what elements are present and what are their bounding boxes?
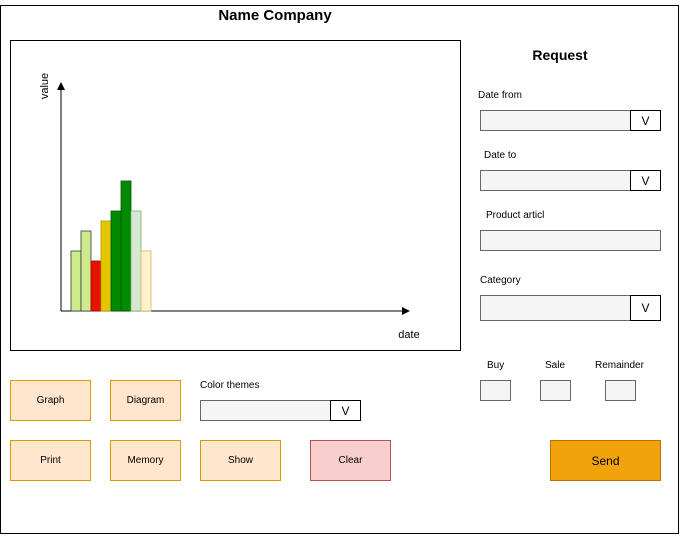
bar-3: [90, 260, 102, 312]
category-label: Category: [480, 275, 521, 286]
bar-2: [80, 230, 92, 312]
bar-4: [100, 220, 112, 312]
buy-label: Buy: [487, 360, 505, 371]
sale-label: Sale: [545, 360, 566, 371]
bar-group: [70, 180, 152, 312]
request-title: Request: [532, 47, 588, 63]
y-axis-label: value: [39, 73, 51, 99]
remainder-input[interactable]: [605, 380, 636, 401]
bar-chart: value date: [39, 73, 420, 341]
chart-panel: value date: [10, 40, 461, 351]
color-themes-dropdown-button[interactable]: V: [330, 400, 361, 421]
buy-input[interactable]: [480, 380, 511, 401]
category-field[interactable]: V: [480, 295, 661, 321]
remainder-label: Remainder: [595, 360, 644, 371]
date-from-field[interactable]: V: [480, 110, 661, 131]
diagram-button[interactable]: Diagram: [110, 380, 181, 421]
product-input[interactable]: [480, 230, 661, 251]
date-to-label: Date to: [484, 150, 517, 161]
memory-button[interactable]: Memory: [110, 440, 181, 481]
send-button[interactable]: Send: [550, 440, 661, 481]
bar-7: [130, 210, 142, 312]
bar-8: [140, 250, 152, 312]
color-themes-label: Color themes: [200, 380, 260, 391]
clear-button[interactable]: Clear: [310, 440, 391, 481]
bar-1: [70, 250, 82, 312]
date-from-dropdown-button[interactable]: V: [630, 110, 661, 131]
bar-5: [110, 210, 122, 312]
print-button[interactable]: Print: [10, 440, 91, 481]
show-button[interactable]: Show: [200, 440, 281, 481]
sale-input[interactable]: [540, 380, 571, 401]
graph-button[interactable]: Graph: [10, 380, 91, 421]
color-themes-field[interactable]: V: [200, 400, 361, 421]
x-axis-label: date: [398, 329, 419, 341]
category-dropdown-button[interactable]: V: [630, 295, 661, 321]
date-to-dropdown-button[interactable]: V: [630, 170, 661, 191]
page-title: Name Company: [218, 7, 332, 24]
bar-6: [120, 180, 132, 312]
date-from-label: Date from: [478, 90, 522, 101]
date-to-field[interactable]: V: [480, 170, 661, 191]
product-label: Product articl: [486, 210, 545, 221]
